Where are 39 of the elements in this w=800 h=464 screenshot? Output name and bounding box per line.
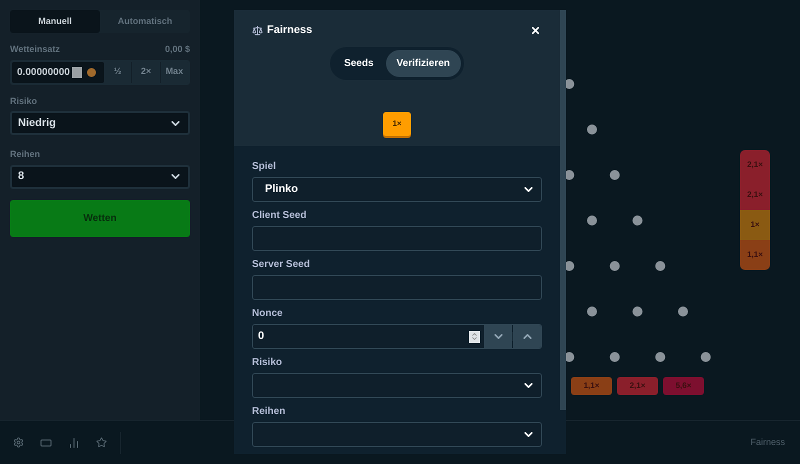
field-label: Reihen — [10, 148, 42, 161]
field-label: Spiel — [252, 160, 277, 174]
field-label: Reihen — [252, 405, 286, 419]
select-field[interactable] — [252, 422, 542, 447]
rectangle-icon[interactable] — [40, 436, 52, 448]
result-history-item: 2,1× — [740, 150, 770, 180]
result-badge: 1× — [383, 112, 411, 136]
field-label: Wetteinsatz — [10, 43, 60, 56]
result-history-item: 1× — [740, 210, 770, 240]
result-history-item: 1,1× — [740, 240, 770, 270]
balance-text: 0,00 $ — [164, 43, 190, 56]
select-field[interactable]: 8 — [10, 164, 190, 188]
field-label: Risiko — [252, 356, 284, 370]
multiplier-bucket: 5,6× — [663, 377, 704, 395]
field-label: Client Seed — [252, 209, 308, 223]
field-label: Risiko — [10, 94, 38, 108]
star-icon[interactable] — [96, 437, 107, 448]
select-value: 8 — [18, 169, 24, 184]
modal-tab[interactable]: Verifizieren — [386, 50, 461, 77]
modal-tab[interactable]: Seeds — [333, 50, 385, 77]
close-icon — [530, 24, 540, 36]
input-field[interactable] — [252, 275, 542, 300]
scrollbar[interactable] — [560, 10, 566, 410]
select-value: Plinko — [265, 182, 298, 198]
select-field[interactable]: Plinko — [252, 177, 542, 202]
field-label: Server Seed — [252, 258, 311, 272]
modal-title: Fairness — [267, 22, 312, 38]
result-history-item: 2,1× — [740, 180, 770, 210]
select-field[interactable]: Niedrig — [10, 111, 190, 135]
multiplier-bucket: 2,1× — [617, 377, 658, 395]
chart-icon[interactable] — [68, 436, 80, 448]
select-field[interactable] — [252, 373, 542, 398]
scale-icon — [252, 24, 263, 36]
input-field[interactable] — [252, 226, 542, 251]
field-label: Nonce — [252, 307, 284, 321]
settings-icon[interactable] — [13, 437, 24, 448]
multiplier-bucket: 1,1× — [571, 377, 612, 395]
mode-tab[interactable]: Manuell — [10, 10, 100, 33]
select-value: Niedrig — [18, 116, 56, 131]
